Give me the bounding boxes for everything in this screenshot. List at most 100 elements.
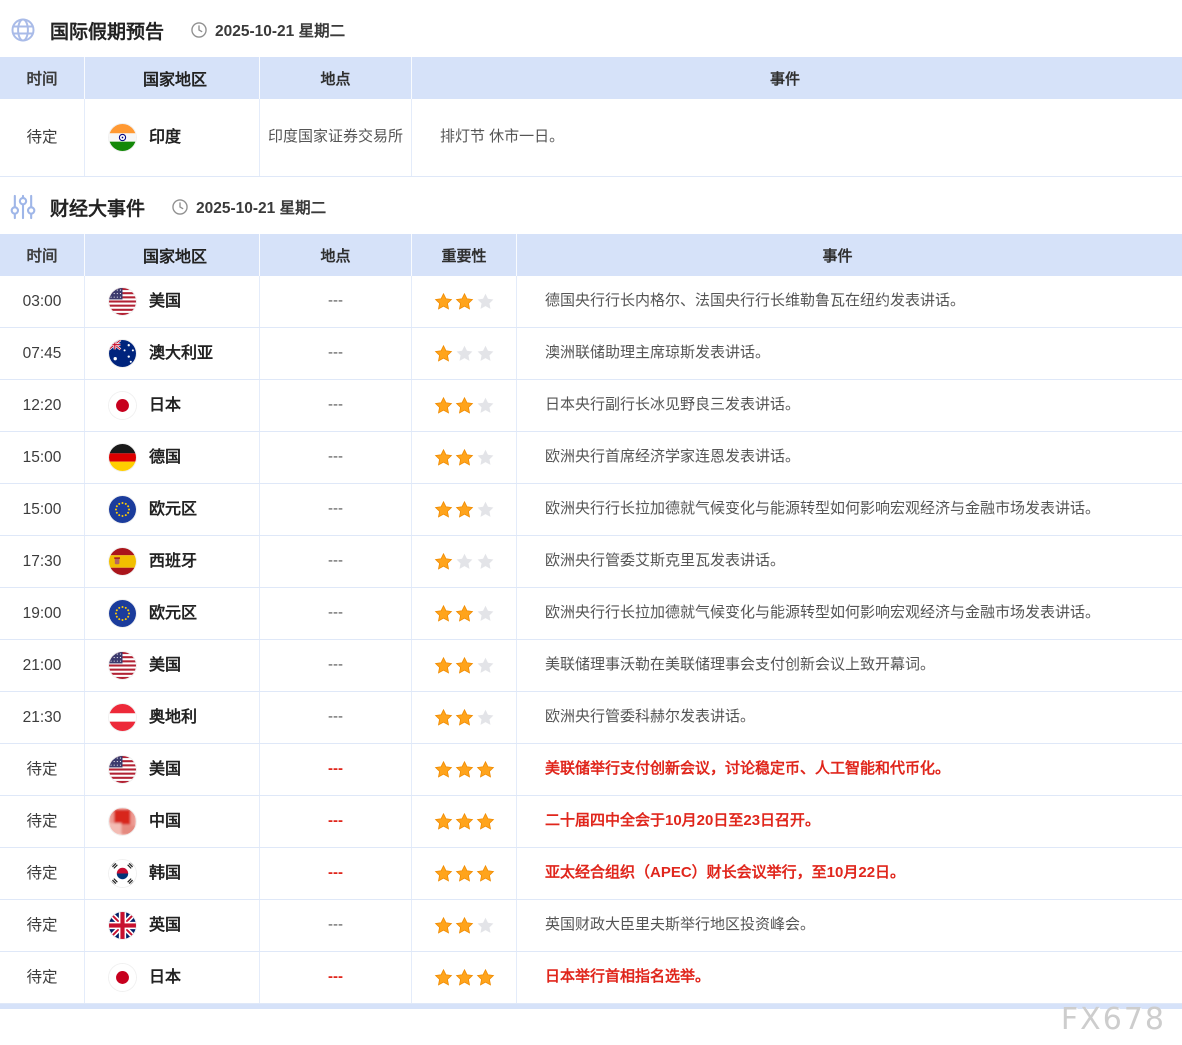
location-cell: --- xyxy=(260,900,412,951)
event-text: 欧洲央行首席经济学家连恩发表讲话。 xyxy=(545,446,800,469)
importance-stars xyxy=(434,552,495,571)
country-cell: 德国 xyxy=(85,432,260,483)
star-icon xyxy=(434,344,453,363)
table-row: 待定 中国 --- 二十届四中全会于10月20日至23日召开。 xyxy=(0,795,1182,847)
location-cell: --- xyxy=(260,692,412,743)
location-value: --- xyxy=(328,342,343,365)
star-icon xyxy=(434,396,453,415)
table-row: 17:30 西班牙 --- 欧洲央行管委艾斯克里瓦发表讲话。 xyxy=(0,535,1182,587)
time-value: 03:00 xyxy=(23,290,62,313)
event-cell: 欧洲央行管委艾斯克里瓦发表讲话。 xyxy=(517,536,1182,587)
country-name: 德国 xyxy=(149,446,181,470)
country-cell: 中国 xyxy=(85,796,260,847)
country-cell: 韩国 xyxy=(85,848,260,899)
location-cell: --- xyxy=(260,588,412,639)
time-cell: 待定 xyxy=(0,99,85,176)
event-text: 澳洲联储助理主席琼斯发表讲话。 xyxy=(545,342,770,365)
event-cell: 欧洲央行首席经济学家连恩发表讲话。 xyxy=(517,432,1182,483)
importance-stars xyxy=(434,500,495,519)
time-value: 12:20 xyxy=(23,394,62,417)
column-header-importance: 重要性 xyxy=(412,234,517,276)
star-icon xyxy=(476,500,495,519)
table-row: 21:00 美国 --- 美联储理事沃勒在美联储理事会支付创新会议上致开幕词。 xyxy=(0,639,1182,691)
holiday-table-header: 时间 国家地区 地点 事件 xyxy=(0,57,1182,99)
country-cell: 美国 xyxy=(85,744,260,795)
country-name: 奥地利 xyxy=(149,706,197,730)
location-value: --- xyxy=(328,810,343,833)
event-text: 欧洲央行行长拉加德就气候变化与能源转型如何影响宏观经济与金融市场发表讲话。 xyxy=(545,602,1100,625)
holiday-section-title: 国际假期预告 xyxy=(50,17,164,44)
time-cell: 待定 xyxy=(0,900,85,951)
star-icon xyxy=(455,552,474,571)
country-cell: 美国 xyxy=(85,640,260,691)
location-value: --- xyxy=(328,758,343,781)
time-cell: 待定 xyxy=(0,796,85,847)
flag-jp-icon xyxy=(109,964,136,991)
importance-stars xyxy=(434,656,495,675)
importance-stars xyxy=(434,604,495,623)
star-icon xyxy=(476,864,495,883)
location-value: --- xyxy=(328,966,343,989)
time-cell: 07:45 xyxy=(0,328,85,379)
time-value: 待定 xyxy=(26,126,57,149)
location-value: --- xyxy=(328,602,343,625)
event-cell: 德国央行行长内格尔、法国央行行长维勒鲁瓦在纽约发表讲话。 xyxy=(517,276,1182,327)
star-icon xyxy=(476,552,495,571)
holiday-section-header: 国际假期预告 2025-10-21 星期二 xyxy=(0,0,1182,57)
time-cell: 待定 xyxy=(0,848,85,899)
time-cell: 15:00 xyxy=(0,432,85,483)
time-cell: 21:30 xyxy=(0,692,85,743)
importance-cell xyxy=(412,744,517,795)
star-icon xyxy=(434,292,453,311)
star-icon xyxy=(455,968,474,987)
star-icon xyxy=(455,916,474,935)
column-header-location: 地点 xyxy=(260,57,412,99)
location-cell: --- xyxy=(260,432,412,483)
star-icon xyxy=(476,708,495,727)
star-icon xyxy=(455,708,474,727)
country-name: 欧元区 xyxy=(149,602,197,626)
star-icon xyxy=(455,760,474,779)
country-name: 西班牙 xyxy=(149,550,197,574)
event-text: 美联储理事沃勒在美联储理事会支付创新会议上致开幕词。 xyxy=(545,654,935,677)
star-icon xyxy=(455,344,474,363)
country-cell: 奥地利 xyxy=(85,692,260,743)
importance-cell xyxy=(412,796,517,847)
star-icon xyxy=(434,864,453,883)
time-cell: 19:00 xyxy=(0,588,85,639)
importance-cell xyxy=(412,432,517,483)
time-cell: 12:20 xyxy=(0,380,85,431)
table-row: 15:00 德国 --- 欧洲央行首席经济学家连恩发表讲话。 xyxy=(0,431,1182,483)
table-row: 待定 英国 --- 英国财政大臣里夫斯举行地区投资峰会。 xyxy=(0,899,1182,951)
event-text: 欧洲央行行长拉加德就气候变化与能源转型如何影响宏观经济与金融市场发表讲话。 xyxy=(545,498,1100,521)
time-value: 21:00 xyxy=(23,654,62,677)
event-text: 英国财政大臣里夫斯举行地区投资峰会。 xyxy=(545,914,815,937)
location-value: --- xyxy=(328,550,343,573)
location-cell: --- xyxy=(260,276,412,327)
country-name: 韩国 xyxy=(149,862,181,886)
importance-cell xyxy=(412,640,517,691)
flag-at-icon xyxy=(109,704,136,731)
importance-stars xyxy=(434,708,495,727)
event-text: 排灯节 休市一日。 xyxy=(440,126,564,149)
location-value: --- xyxy=(328,862,343,885)
column-header-event: 事件 xyxy=(412,57,1182,99)
globe-icon xyxy=(8,15,38,45)
country-name: 美国 xyxy=(149,758,181,782)
star-icon xyxy=(434,604,453,623)
event-cell: 排灯节 休市一日。 xyxy=(412,99,1182,176)
importance-stars xyxy=(434,968,495,987)
column-header-country: 国家地区 xyxy=(85,57,260,99)
star-icon xyxy=(434,448,453,467)
location-cell: --- xyxy=(260,952,412,1003)
economic-calendar-page: 国际假期预告 2025-10-21 星期二 时间 国家地区 地点 事件 待定 印… xyxy=(0,0,1182,1045)
event-text: 美联储举行支付创新会议，讨论稳定币、人工智能和代币化。 xyxy=(545,758,950,781)
star-icon xyxy=(434,916,453,935)
star-icon xyxy=(476,760,495,779)
event-cell: 欧洲央行管委科赫尔发表讲话。 xyxy=(517,692,1182,743)
importance-cell xyxy=(412,848,517,899)
event-text: 欧洲央行管委科赫尔发表讲话。 xyxy=(545,706,755,729)
star-icon xyxy=(476,656,495,675)
table-row: 07:45 澳大利亚 --- 澳洲联储助理主席琼斯发表讲话。 xyxy=(0,327,1182,379)
flag-cn-icon xyxy=(109,808,136,835)
